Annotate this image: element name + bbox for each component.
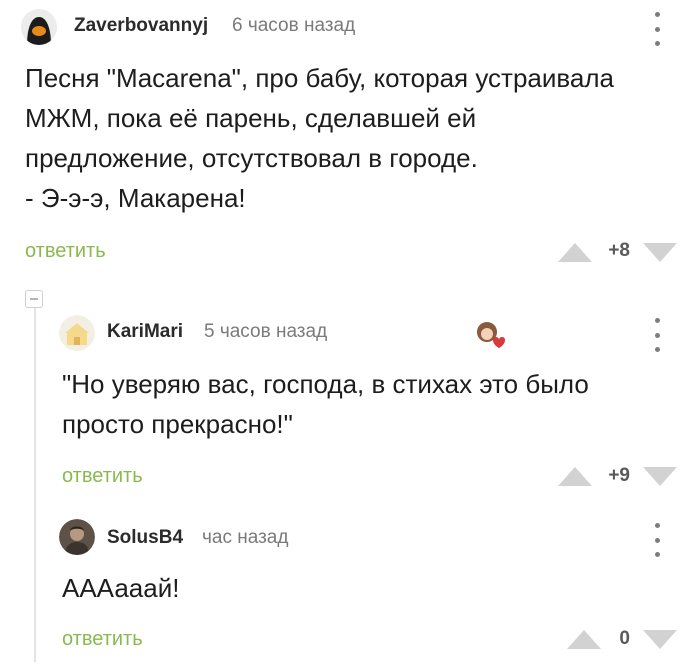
comment-timestamp[interactable]: 6 часов назад bbox=[232, 15, 355, 37]
downvote-icon[interactable] bbox=[643, 243, 677, 262]
comment-score: 0 bbox=[619, 628, 630, 649]
comment-username[interactable]: KariMari bbox=[107, 321, 183, 343]
downvote-icon[interactable] bbox=[643, 630, 677, 649]
comment-text-line: АААааай! bbox=[62, 573, 180, 603]
comment-text-line: просто прекрасно!" bbox=[62, 409, 293, 439]
thread-line[interactable] bbox=[34, 306, 36, 662]
reply-button[interactable]: ответить bbox=[25, 240, 106, 263]
comment-text-line: Песня "Macarena", про бабу, которая устр… bbox=[25, 63, 614, 93]
comment-text: "Но уверяю вас, господа, в стихах это бы… bbox=[62, 364, 682, 444]
more-options-icon[interactable] bbox=[652, 12, 662, 46]
comment-score: +8 bbox=[608, 240, 630, 261]
comment-text: Песня "Macarena", про бабу, которая устр… bbox=[25, 58, 685, 218]
comment-text-line: "Но уверяю вас, господа, в стихах это бы… bbox=[62, 369, 589, 399]
upvote-icon[interactable] bbox=[567, 630, 601, 649]
upvote-icon[interactable] bbox=[558, 467, 592, 486]
girl-with-heart-badge-icon bbox=[473, 318, 505, 350]
comment-text-line: предложение, отсутствовал в городе. bbox=[25, 143, 478, 173]
hooded-figure-avatar-icon[interactable] bbox=[21, 9, 57, 45]
collapse-thread-button[interactable] bbox=[25, 290, 43, 308]
more-options-icon[interactable] bbox=[652, 523, 662, 557]
reply-button[interactable]: ответить bbox=[62, 628, 143, 651]
person-photo-avatar-icon[interactable] bbox=[59, 519, 95, 555]
comment-timestamp[interactable]: час назад bbox=[202, 527, 288, 549]
cat-house-avatar-icon[interactable] bbox=[59, 315, 95, 351]
comment-text-line: МЖМ, пока её парень, сделавшей ей bbox=[25, 103, 477, 133]
downvote-icon[interactable] bbox=[643, 467, 677, 486]
reply-button[interactable]: ответить bbox=[62, 465, 143, 488]
upvote-icon[interactable] bbox=[558, 243, 592, 262]
comment-score: +9 bbox=[608, 465, 630, 486]
comment-username[interactable]: Zaverbovannyj bbox=[74, 15, 208, 37]
comment-timestamp[interactable]: 5 часов назад bbox=[204, 321, 327, 343]
comment-username[interactable]: SolusB4 bbox=[107, 527, 183, 549]
comment-text: АААааай! bbox=[62, 568, 682, 608]
comment-text-line: - Э-э-э, Макарена! bbox=[25, 183, 246, 213]
more-options-icon[interactable] bbox=[652, 318, 662, 352]
